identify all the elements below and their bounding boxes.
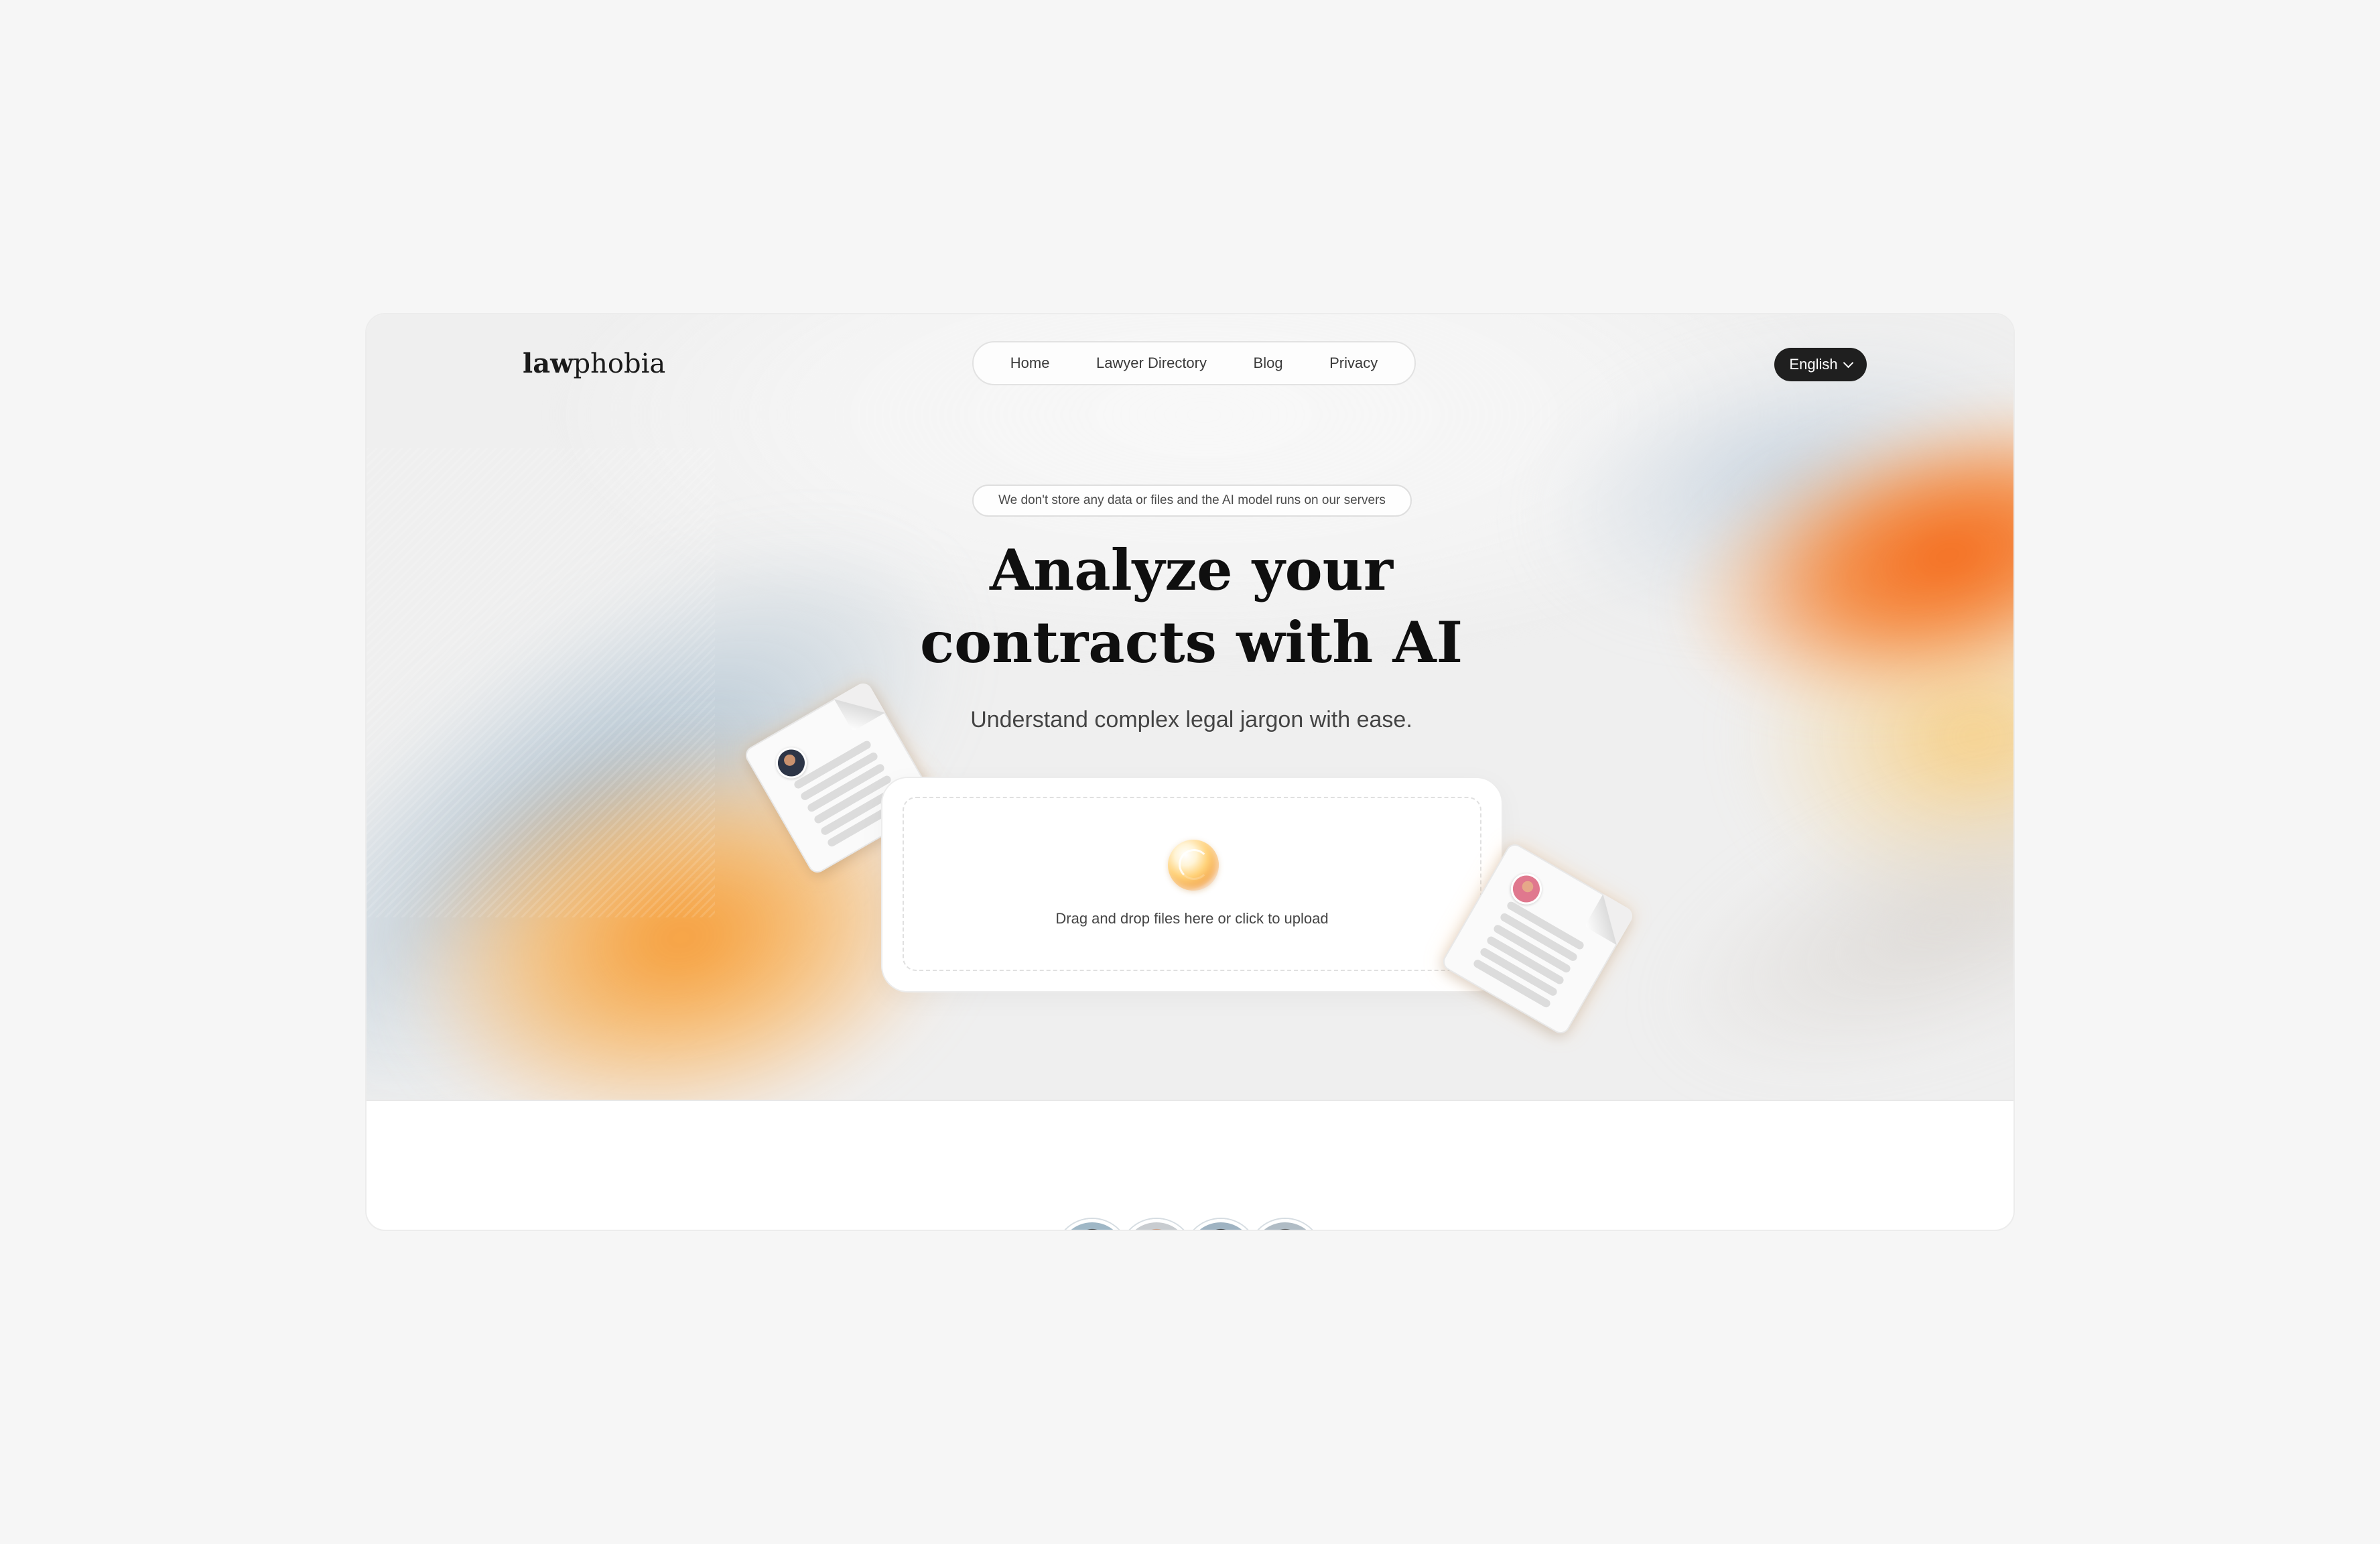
- document-lines: [1469, 900, 1585, 1013]
- nav-item-lawyer-directory[interactable]: Lawyer Directory: [1096, 355, 1207, 372]
- top-navigation: Home Lawyer Directory Blog Privacy: [972, 341, 1416, 385]
- avatar: [1120, 1219, 1193, 1230]
- nav-item-blog[interactable]: Blog: [1254, 355, 1283, 372]
- chevron-down-icon: [1843, 357, 1853, 369]
- logo-bold-text: law: [523, 348, 574, 379]
- language-selector[interactable]: English: [1774, 348, 1867, 381]
- upload-dropzone[interactable]: Drag and drop files here or click to upl…: [903, 797, 1481, 971]
- upload-orb-icon: [1168, 840, 1219, 891]
- headline-line-1: Analyze your: [990, 537, 1393, 603]
- logo-light-text: phobia: [573, 348, 666, 379]
- background-texture: [367, 448, 715, 917]
- avatar: [1055, 1219, 1129, 1230]
- section-divider: [367, 1100, 2013, 1101]
- avatar: [1184, 1219, 1258, 1230]
- nav-item-home[interactable]: Home: [1010, 355, 1050, 372]
- avatar: [1248, 1219, 1322, 1230]
- headline-line-2: contracts with AI: [919, 609, 1463, 676]
- browser-frame: lawphobia Home Lawyer Directory Blog Pri…: [365, 313, 2015, 1231]
- upload-instructions: Drag and drop files here or click to upl…: [1055, 910, 1329, 927]
- hero-subtitle: Understand complex legal jargon with eas…: [970, 707, 1412, 732]
- logo[interactable]: lawphobia: [523, 348, 665, 379]
- hero-section: lawphobia Home Lawyer Directory Blog Pri…: [367, 314, 2013, 1100]
- privacy-notice-badge: We don't store any data or files and the…: [972, 485, 1412, 517]
- page-fold: [1584, 893, 1636, 946]
- nav-item-privacy[interactable]: Privacy: [1329, 355, 1378, 372]
- avatar-group: [1055, 1219, 1322, 1230]
- upload-card: Drag and drop files here or click to upl…: [881, 777, 1503, 992]
- language-label: English: [1789, 356, 1838, 373]
